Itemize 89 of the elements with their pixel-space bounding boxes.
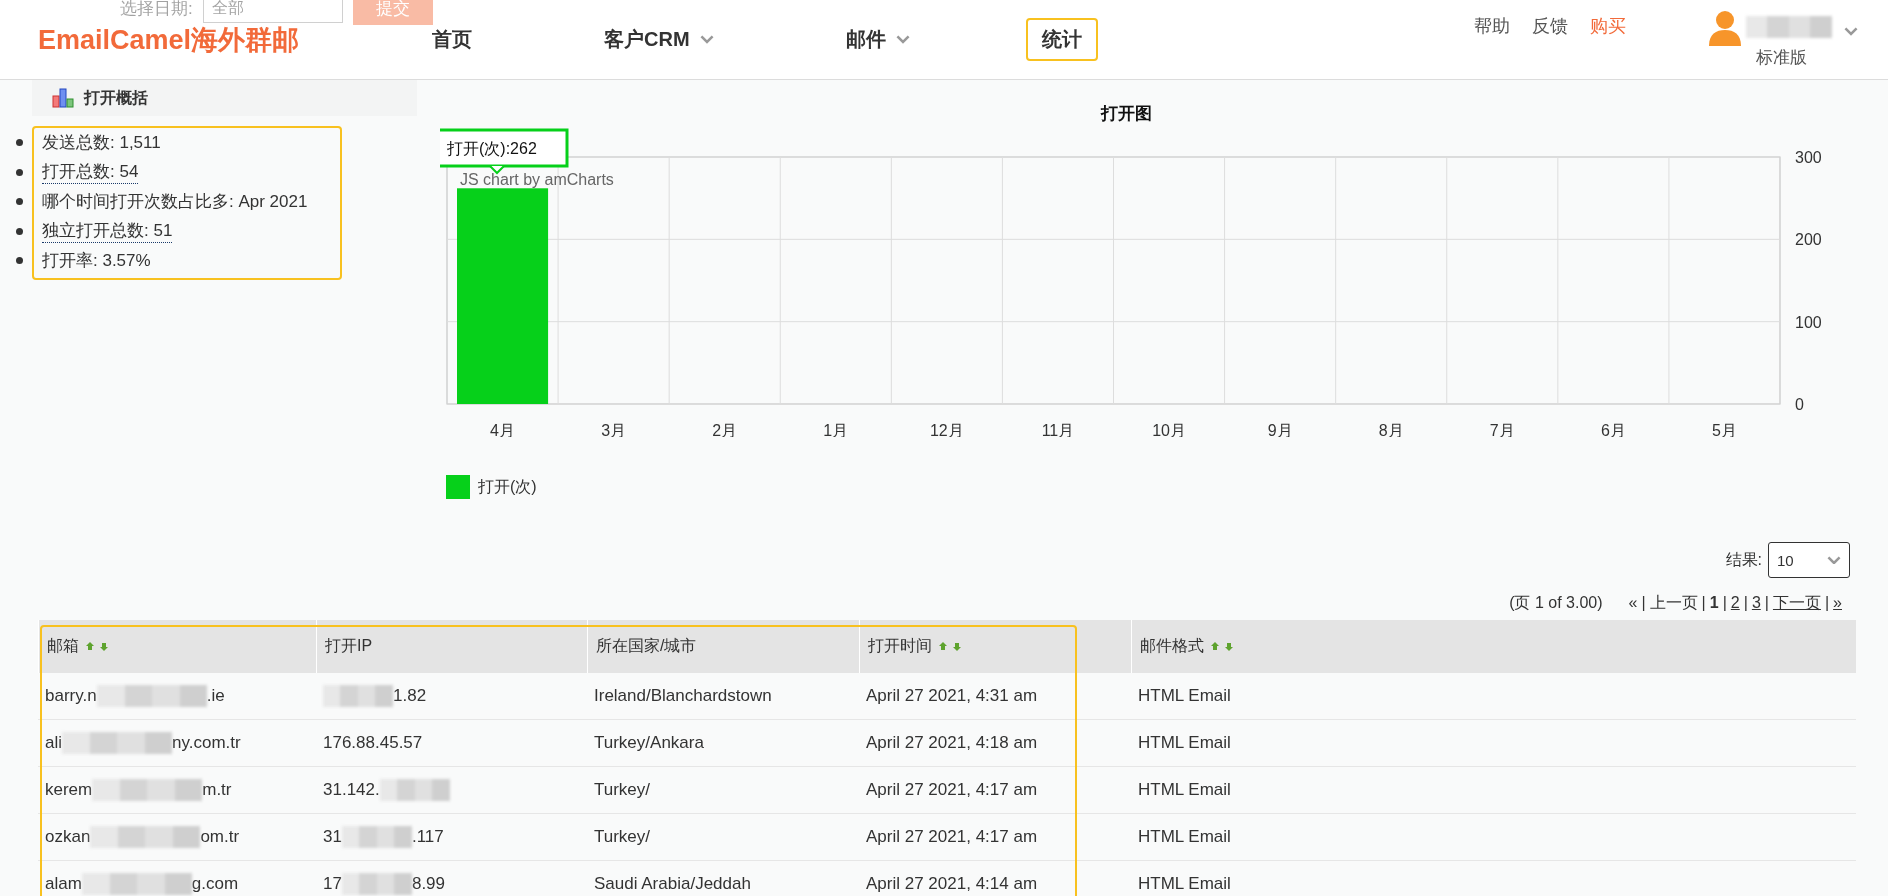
table-cell-text: 176.88.45.57 (323, 733, 423, 753)
axis-tick-label: 300 (1795, 149, 1822, 166)
table-cell-text: April 27 2021, 4:14 am (866, 874, 1038, 894)
summary-item[interactable]: 打开总数: 54 (42, 160, 139, 185)
section-title: 打开概括 (84, 87, 148, 108)
bullet-icon (16, 139, 23, 147)
header-link[interactable]: 帮助 (1474, 13, 1510, 38)
redaction-mosaic (379, 779, 450, 801)
table-cell-text: ny.com.tr (172, 733, 241, 753)
table-cell-text: ali (45, 733, 62, 753)
table-cell-text: April 27 2021, 4:18 am (866, 733, 1038, 753)
table-cell-text: alam (45, 874, 82, 894)
bullet-icon (16, 168, 23, 176)
table-cell-text: ozkan (45, 827, 91, 847)
nav-item[interactable]: 统计 (1025, 18, 1098, 61)
pagination-item: | (1701, 594, 1706, 612)
nav-item[interactable]: 邮件 (829, 18, 926, 61)
table-cell-text: .ie (206, 686, 225, 706)
results-select[interactable]: 10 (1768, 542, 1850, 578)
column-label: 打开时间 (868, 636, 932, 656)
table-cell-text: Turkey/ (594, 780, 651, 800)
nav-item[interactable]: 客户CRM (588, 18, 730, 61)
pagination-item: | (1641, 594, 1646, 612)
bullet-icon (16, 257, 23, 265)
table-cell-text: om.tr (200, 827, 240, 847)
date-filter-label: 选择日期: (120, 0, 193, 20)
pagination-item: | (1743, 594, 1748, 612)
column-label: 所在国家/城市 (596, 636, 697, 656)
pagination-item: | (1722, 594, 1727, 612)
table-cell-text: barry.n (45, 686, 97, 706)
table-cell-text: HTML Email (1138, 686, 1231, 706)
axis-tick-label: 0 (1795, 396, 1804, 413)
chart-title: 打开图 (1099, 103, 1153, 125)
sort-arrows-icon[interactable] (1210, 641, 1234, 652)
table-cell-text: 31.142. (323, 780, 380, 800)
chevron-down-icon (1827, 555, 1841, 565)
bar-chart-icon (52, 88, 74, 108)
redaction-mosaic (341, 826, 412, 848)
table-cell-text: kerem (45, 780, 93, 800)
table-cell-text: 17 (323, 874, 342, 894)
pagination-item[interactable]: 2 (1730, 594, 1740, 612)
header-link[interactable]: 反馈 (1532, 13, 1568, 38)
table-cell-text: HTML Email (1138, 827, 1231, 847)
axis-tick-label: 100 (1795, 313, 1822, 331)
summary-item: 打开率: 3.57% (42, 249, 151, 272)
table-cell-text: April 27 2021, 4:17 am (866, 827, 1038, 847)
table-cell-text: Turkey/ (594, 827, 651, 847)
table-cell-text: Saudi Arabia/Jeddah (594, 874, 751, 894)
table-cell-text: April 27 2021, 4:31 am (866, 686, 1038, 706)
plan-label: 标准版 (1756, 46, 1807, 69)
results-label: 结果: (1725, 549, 1762, 570)
summary-item: 发送总数: 1,511 (42, 131, 161, 154)
table-cell-text: 8.99 (411, 874, 445, 894)
table-cell-text: Ireland/Blanchardstown (594, 686, 772, 706)
pagination-item: 上一页 (1649, 592, 1698, 613)
table-cell-text: Turkey/Ankara (594, 733, 704, 753)
chevron-down-icon (1844, 27, 1858, 36)
redaction-mosaic (341, 873, 412, 895)
pagination-item: « (1628, 594, 1638, 612)
pagination-item: | (1764, 594, 1769, 612)
column-label: 打开IP (325, 636, 373, 656)
table-cell-text: HTML Email (1138, 733, 1231, 753)
table-cell-text: g.com (191, 874, 239, 894)
column-label: 邮箱 (47, 636, 79, 656)
bullet-icon (16, 198, 23, 206)
summary-item[interactable]: 独立打开总数: 51 (42, 219, 173, 244)
table-cell-text: HTML Email (1138, 874, 1231, 894)
sort-arrows-icon[interactable] (85, 641, 109, 652)
bullet-icon (16, 227, 23, 235)
pagination-item[interactable]: » (1833, 594, 1842, 612)
table-cell-text: m.tr (202, 780, 232, 800)
user-avatar-icon[interactable] (1708, 9, 1742, 46)
sort-arrows-icon[interactable] (938, 641, 962, 652)
table-cell-text: April 27 2021, 4:17 am (866, 780, 1038, 800)
pagination-item[interactable]: 1 (1709, 594, 1719, 612)
pagination-item: | (1824, 594, 1830, 612)
redaction-mosaic (323, 685, 393, 707)
pagination-item[interactable]: 3 (1751, 594, 1761, 612)
summary-item: 哪个时间打开次数占比多: Apr 2021 (42, 190, 308, 213)
pagination-item[interactable]: 下一页 (1772, 592, 1821, 614)
table-cell-text: HTML Email (1138, 780, 1231, 800)
table-cell-text: 31 (323, 827, 342, 847)
table-cell-text: 1.82 (393, 686, 427, 706)
legend-label[interactable]: 打开(次) (478, 476, 537, 498)
page-info: (页 1 of 3.00) (1509, 592, 1603, 613)
axis-tick-label: 200 (1795, 231, 1822, 249)
column-label: 邮件格式 (1140, 636, 1204, 656)
table-cell-text: .117 (411, 827, 444, 847)
legend-swatch[interactable] (446, 475, 470, 499)
